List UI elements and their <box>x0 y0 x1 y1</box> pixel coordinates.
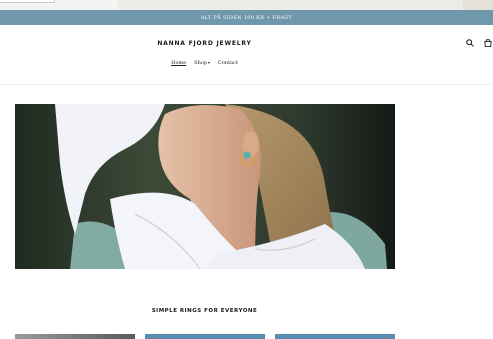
announcement-text: ALT PÅ SIDEN 100 KR + FRAGT <box>200 14 293 21</box>
header-icons <box>465 38 493 48</box>
nav-item-contact[interactable]: Contact <box>218 60 238 66</box>
search-icon[interactable] <box>465 38 475 48</box>
chevron-down-icon: ▾ <box>208 60 211 65</box>
announcement-bar: ALT PÅ SIDEN 100 KR + FRAGT <box>0 10 493 25</box>
hero-image[interactable] <box>15 104 395 269</box>
backdrop-panel <box>118 0 463 10</box>
collection-title: SIMPLE RINGS FOR EVERYONE <box>151 308 258 314</box>
cart-icon[interactable] <box>483 38 493 48</box>
browser-backdrop <box>0 0 493 10</box>
hero-photo <box>15 104 395 269</box>
backdrop-panel <box>0 0 55 3</box>
site-logo[interactable]: NANNA FJORD JEWELRY <box>0 40 409 47</box>
nav-item-home[interactable]: Home <box>171 60 186 66</box>
nav-item-shop[interactable]: Shop▾ <box>194 60 210 66</box>
product-card[interactable] <box>275 334 395 339</box>
main-nav: Home Shop▾ Contact <box>0 60 409 66</box>
nav-item-shop-label: Shop <box>194 60 208 66</box>
product-card[interactable] <box>145 334 265 339</box>
backdrop-panel <box>463 0 493 10</box>
product-card[interactable] <box>15 334 135 339</box>
site-header: NANNA FJORD JEWELRY Home Shop▾ Contact <box>0 25 493 85</box>
